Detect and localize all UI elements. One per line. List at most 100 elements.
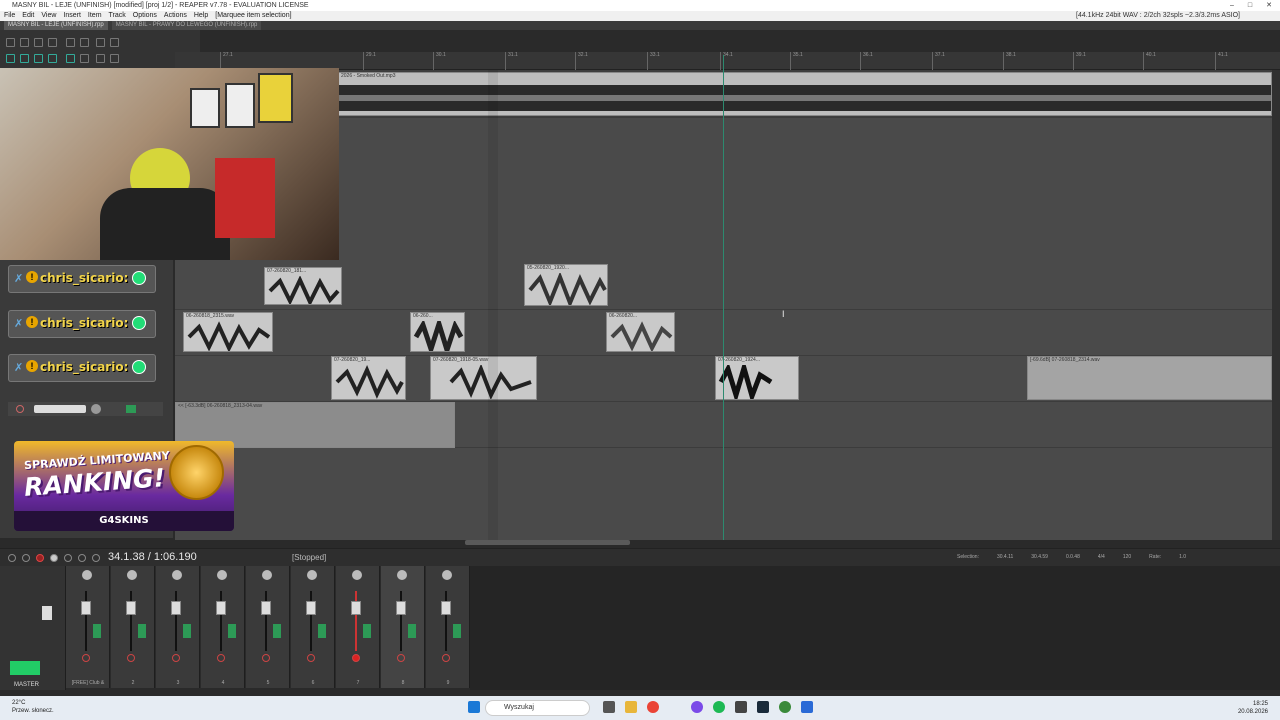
horizontal-scrollbar[interactable] bbox=[465, 540, 630, 545]
stop-icon[interactable] bbox=[64, 554, 72, 562]
pan-knob[interactable] bbox=[172, 570, 182, 580]
chrome-icon[interactable] bbox=[647, 701, 659, 713]
close-button[interactable]: ✕ bbox=[1266, 0, 1272, 11]
project-tab[interactable]: MASNY BIL - PRAWY DO LEWEGO (UNFINISH).r… bbox=[111, 21, 262, 30]
grouping-icon[interactable] bbox=[34, 54, 43, 63]
obs-icon[interactable] bbox=[779, 701, 791, 713]
volume-fader[interactable] bbox=[351, 601, 361, 615]
volume-fader[interactable] bbox=[261, 601, 271, 615]
spotify-icon[interactable] bbox=[713, 701, 725, 713]
grid-icon[interactable] bbox=[110, 38, 119, 47]
audio-item[interactable]: 07-260820_19... bbox=[331, 356, 406, 400]
steam-icon[interactable] bbox=[757, 701, 769, 713]
record-arm-icon[interactable] bbox=[82, 654, 90, 662]
mixer-strip[interactable]: 4 bbox=[201, 566, 245, 688]
repeat-icon[interactable] bbox=[92, 554, 100, 562]
project-tab-active[interactable]: MASNY BIL - LEJE (UNFINISH).rpp bbox=[4, 21, 108, 30]
record-arm-icon[interactable] bbox=[172, 654, 180, 662]
audio-item[interactable]: 05-260820_1920... bbox=[524, 264, 608, 306]
lock-icon[interactable] bbox=[96, 54, 105, 63]
loop-icon[interactable] bbox=[80, 54, 89, 63]
ripple-icon[interactable] bbox=[20, 54, 29, 63]
minimize-button[interactable]: – bbox=[1230, 0, 1234, 11]
master-fader[interactable] bbox=[42, 606, 52, 620]
go-end-icon[interactable] bbox=[22, 554, 30, 562]
selection-start[interactable]: 30.4.11 bbox=[997, 554, 1013, 560]
record-arm-icon[interactable] bbox=[262, 654, 270, 662]
record-arm-icon[interactable] bbox=[352, 654, 360, 662]
time-signature[interactable]: 4/4 bbox=[1098, 554, 1105, 560]
play-icon[interactable] bbox=[50, 554, 58, 562]
record-arm-icon[interactable] bbox=[307, 654, 315, 662]
discord-icon[interactable] bbox=[691, 701, 703, 713]
go-start-icon[interactable] bbox=[8, 554, 16, 562]
redo-icon[interactable] bbox=[80, 38, 89, 47]
timeline-ruler[interactable]: 27.1 29.1 30.1 31.1 32.1 33.1 34.1 35.1 … bbox=[175, 52, 1280, 70]
volume-fader[interactable] bbox=[441, 601, 451, 615]
volume-fader[interactable] bbox=[126, 601, 136, 615]
selection-length[interactable]: 0.0.48 bbox=[1066, 554, 1080, 560]
save-icon[interactable] bbox=[34, 38, 43, 47]
selection-end[interactable]: 30.4.59 bbox=[1031, 554, 1048, 560]
fx-button[interactable] bbox=[138, 624, 146, 638]
snap-icon[interactable] bbox=[6, 54, 15, 63]
menu-insert[interactable]: Insert bbox=[63, 11, 81, 21]
fx-button[interactable] bbox=[273, 624, 281, 638]
fx-button[interactable] bbox=[363, 624, 371, 638]
menu-options[interactable]: Options bbox=[133, 11, 157, 21]
record-arm-icon[interactable] bbox=[397, 654, 405, 662]
fx-button[interactable] bbox=[408, 624, 416, 638]
metronome-icon[interactable] bbox=[96, 38, 105, 47]
pan-knob[interactable] bbox=[352, 570, 362, 580]
pan-knob[interactable] bbox=[442, 570, 452, 580]
edit-cursor[interactable] bbox=[723, 55, 724, 540]
volume-fader[interactable] bbox=[306, 601, 316, 615]
menu-help[interactable]: Help bbox=[194, 11, 208, 21]
track-name-field[interactable] bbox=[34, 405, 86, 413]
audio-item[interactable]: 07-260820_1924... bbox=[715, 356, 799, 400]
fx-button[interactable] bbox=[228, 624, 236, 638]
system-clock[interactable]: 18:25 20.08.2026 bbox=[1238, 700, 1268, 716]
mixer-strip[interactable]: 8 bbox=[381, 566, 425, 688]
menu-edit[interactable]: Edit bbox=[22, 11, 34, 21]
menu-view[interactable]: View bbox=[41, 11, 56, 21]
task-view-icon[interactable] bbox=[603, 701, 615, 713]
volume-fader[interactable] bbox=[216, 601, 226, 615]
audio-item[interactable]: 06-260... bbox=[410, 312, 465, 352]
pan-knob[interactable] bbox=[127, 570, 137, 580]
record-arm-icon[interactable] bbox=[217, 654, 225, 662]
app-icon[interactable] bbox=[735, 701, 747, 713]
open-icon[interactable] bbox=[20, 38, 29, 47]
start-icon[interactable] bbox=[468, 701, 480, 713]
audio-item[interactable]: 06-260818_2315.wav bbox=[183, 312, 273, 352]
track-header[interactable] bbox=[8, 402, 163, 416]
audio-item[interactable]: 07-260820_181... bbox=[264, 267, 342, 305]
pause-icon[interactable] bbox=[78, 554, 86, 562]
file-explorer-icon[interactable] bbox=[625, 701, 637, 713]
edit-tool-icon[interactable] bbox=[110, 54, 119, 63]
audio-item[interactable]: 2026 - Smoked Out.mp3 bbox=[338, 72, 1272, 116]
volume-fader[interactable] bbox=[396, 601, 406, 615]
menu-file[interactable]: File bbox=[4, 11, 15, 21]
fx-button[interactable] bbox=[318, 624, 326, 638]
menu-track[interactable]: Track bbox=[109, 11, 126, 21]
volume-fader[interactable] bbox=[81, 601, 91, 615]
weather-widget[interactable]: 22°C Przew. słonecz. bbox=[12, 699, 54, 715]
fx-button[interactable] bbox=[126, 405, 136, 413]
rate-value[interactable]: 1.0 bbox=[1179, 554, 1186, 560]
maximize-button[interactable]: □ bbox=[1248, 0, 1252, 11]
time-selection[interactable] bbox=[488, 70, 498, 540]
pan-knob[interactable] bbox=[307, 570, 317, 580]
volume-knob[interactable] bbox=[91, 404, 101, 414]
fx-button[interactable] bbox=[183, 624, 191, 638]
menu-actions[interactable]: Actions bbox=[164, 11, 187, 21]
pan-knob[interactable] bbox=[262, 570, 272, 580]
mixer-strip[interactable]: 9 bbox=[426, 566, 470, 688]
record-arm-icon[interactable] bbox=[16, 405, 24, 413]
audio-item[interactable]: 07-260820_1918-05.wav bbox=[430, 356, 537, 400]
mixer-strip[interactable]: [FREE] Club & bbox=[66, 566, 110, 688]
master-strip[interactable]: MASTER bbox=[0, 566, 66, 690]
fx-button[interactable] bbox=[93, 624, 101, 638]
record-arm-icon[interactable] bbox=[127, 654, 135, 662]
pan-knob[interactable] bbox=[82, 570, 92, 580]
